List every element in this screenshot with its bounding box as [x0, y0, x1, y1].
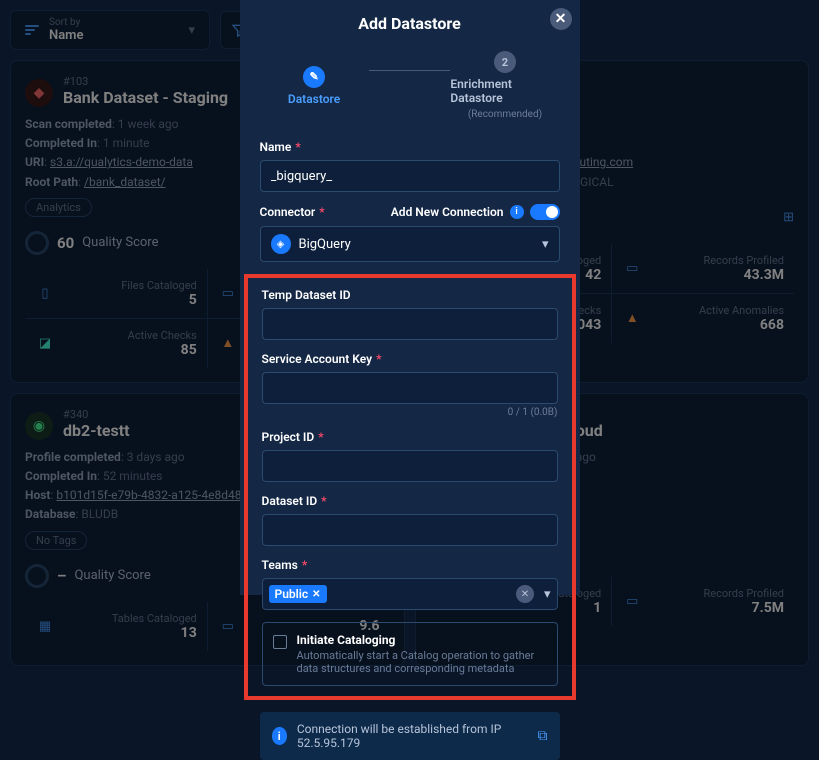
close-button[interactable]: ✕: [550, 8, 572, 30]
chevron-down-icon: ▾: [542, 237, 549, 252]
catalog-title: Initiate Cataloging: [297, 633, 547, 647]
ip-text: Connection will be established from IP 5…: [297, 722, 528, 750]
step-2-sublabel: (Recommended): [468, 109, 542, 120]
teams-select[interactable]: Public✕ ✕ ▾: [262, 578, 558, 610]
step-2-label: Enrichment Datastore: [450, 77, 559, 105]
ip-notice: i Connection will be established from IP…: [260, 712, 560, 760]
table-icon: ▦: [35, 616, 55, 636]
sak-input[interactable]: [262, 372, 558, 404]
info-icon: i: [272, 727, 287, 745]
initiate-cataloging-box[interactable]: Initiate Cataloging Automatically start …: [262, 622, 558, 686]
required-icon: *: [295, 140, 300, 154]
bigquery-icon: ◈: [271, 234, 291, 254]
catalog-desc: Automatically start a Catalog operation …: [297, 649, 547, 675]
add-datastore-modal: ✕ Add Datastore ✎ Datastore 2 Enrichment…: [240, 0, 580, 595]
modal-overlay: ✕ Add Datastore ✎ Datastore 2 Enrichment…: [0, 0, 819, 595]
project-id-label: Project ID: [262, 430, 315, 444]
connector-select[interactable]: ◈ BigQuery ▾: [260, 226, 560, 262]
step-2-dot[interactable]: 2: [494, 51, 516, 73]
clear-button[interactable]: ✕: [516, 585, 534, 603]
temp-dataset-label: Temp Dataset ID: [262, 288, 351, 302]
teams-label: Teams: [262, 558, 298, 572]
sak-label: Service Account Key: [262, 352, 373, 366]
chevron-down-icon: ▾: [544, 587, 551, 602]
step-line: [369, 70, 451, 71]
copy-icon[interactable]: ⧉: [538, 728, 548, 744]
sak-counter: 0 / 1 (0.0B): [262, 407, 558, 418]
remove-chip-icon[interactable]: ✕: [312, 589, 320, 600]
dataset-id-label: Dataset ID: [262, 494, 318, 508]
stepper: ✎ Datastore 2 Enrichment Datastore (Reco…: [260, 51, 560, 120]
connector-label: Connector: [260, 205, 316, 219]
temp-dataset-input[interactable]: [262, 308, 558, 340]
records-icon: ▭: [218, 616, 238, 636]
modal-title: Add Datastore: [260, 14, 560, 33]
highlighted-section: Temp Dataset ID Service Account Key* 0 /…: [244, 274, 576, 700]
add-connection-toggle[interactable]: [530, 204, 560, 220]
team-chip[interactable]: Public✕: [269, 585, 327, 603]
connector-value: BigQuery: [299, 237, 351, 252]
info-icon[interactable]: i: [510, 205, 524, 219]
add-connection-label: Add New Connection: [391, 205, 504, 219]
required-icon: *: [318, 430, 323, 444]
required-icon: *: [321, 494, 326, 508]
required-icon: *: [376, 352, 381, 366]
name-input[interactable]: [260, 160, 560, 192]
step-1-dot[interactable]: ✎: [303, 66, 325, 88]
required-icon: *: [302, 558, 307, 572]
step-1-label: Datastore: [288, 92, 340, 106]
catalog-checkbox[interactable]: [273, 635, 287, 649]
name-label: Name: [260, 140, 292, 154]
dataset-id-input[interactable]: [262, 514, 558, 546]
project-id-input[interactable]: [262, 450, 558, 482]
required-icon: *: [319, 205, 324, 219]
